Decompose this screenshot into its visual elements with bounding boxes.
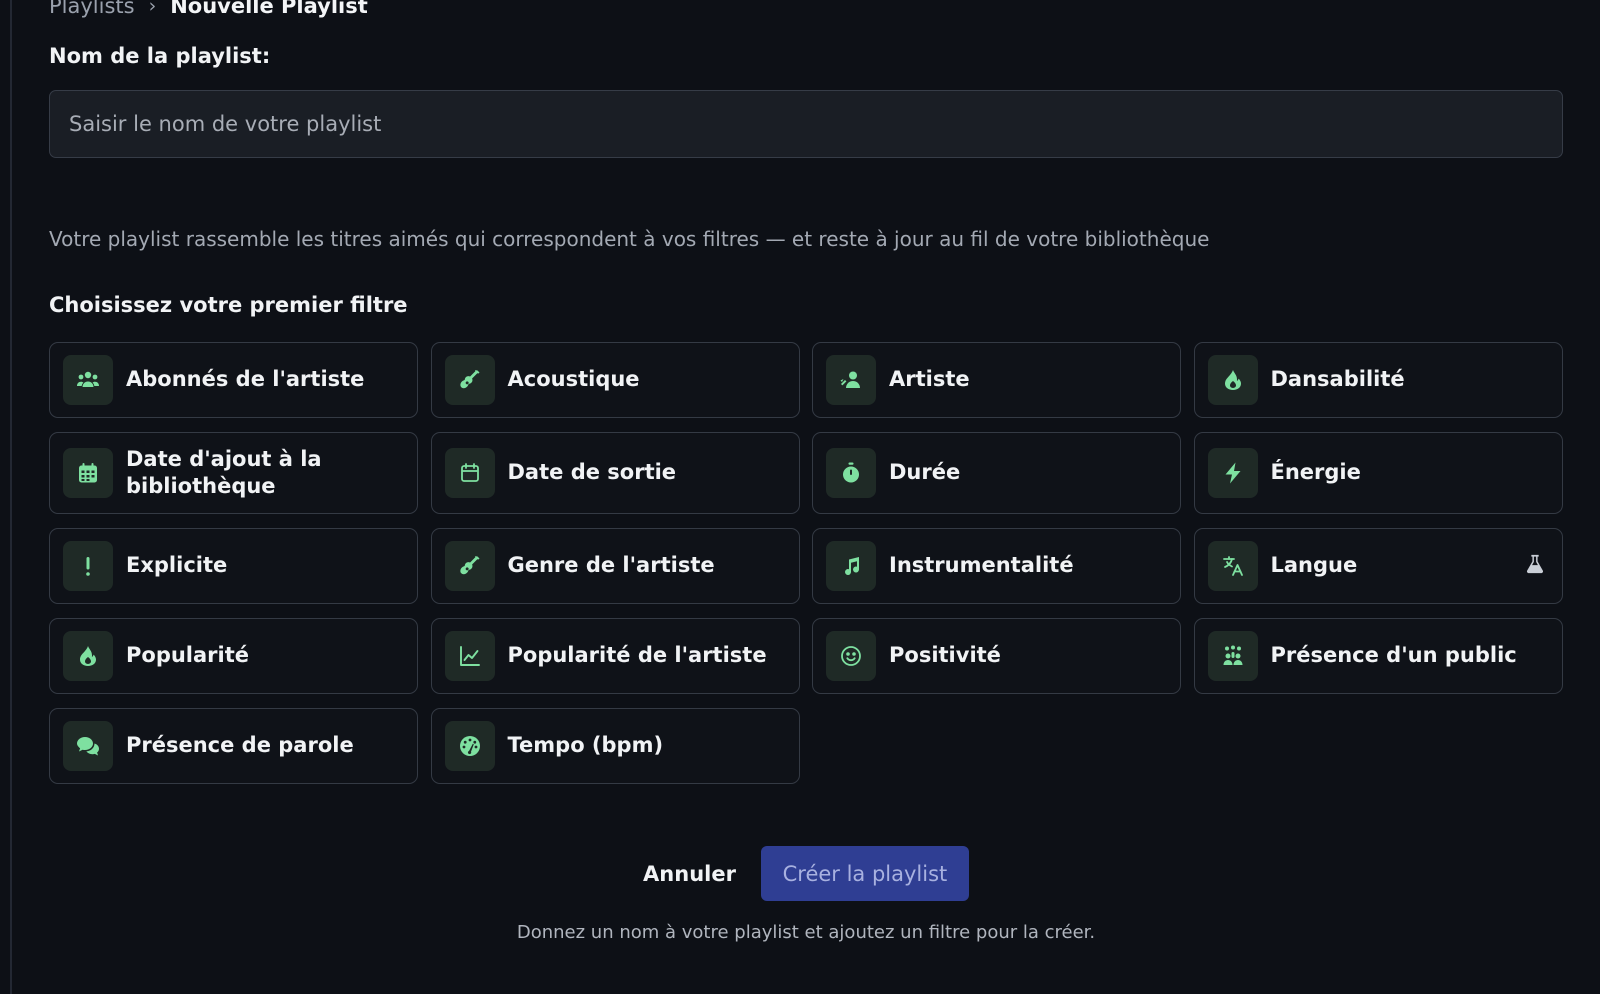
filter-label: Acoustique bbox=[507, 367, 640, 392]
calendar-outline-icon bbox=[444, 448, 495, 498]
filter-card[interactable]: Durée bbox=[812, 432, 1181, 514]
filter-card[interactable]: Présence d'un public bbox=[1193, 618, 1563, 694]
filter-card[interactable]: Langue bbox=[1193, 528, 1563, 604]
filter-label: Présence de parole bbox=[126, 733, 354, 758]
filter-card[interactable]: Énergie bbox=[1193, 432, 1563, 514]
flame-icon bbox=[63, 631, 113, 681]
filter-label: Instrumentalité bbox=[889, 553, 1074, 578]
music-note-icon bbox=[826, 541, 876, 591]
filter-label: Abonnés de l'artiste bbox=[126, 367, 365, 392]
filter-label: Tempo (bpm) bbox=[507, 733, 664, 758]
chevron-right-icon: › bbox=[148, 0, 157, 17]
filter-card[interactable]: Artiste bbox=[812, 342, 1181, 418]
filter-label: Langue bbox=[1270, 553, 1358, 578]
flask-icon bbox=[1524, 553, 1546, 579]
filter-label: Popularité bbox=[126, 643, 250, 668]
artist-icon bbox=[826, 355, 876, 405]
filter-label: Positivité bbox=[889, 643, 1001, 668]
filters-section-title: Choisissez votre premier filtre bbox=[49, 293, 408, 317]
stopwatch-icon bbox=[826, 448, 876, 498]
filter-label: Popularité de l'artiste bbox=[507, 643, 767, 668]
filter-label: Présence d'un public bbox=[1270, 643, 1517, 668]
filter-card[interactable]: Présence de parole bbox=[49, 708, 418, 784]
filter-card[interactable]: Popularité bbox=[49, 618, 418, 694]
exclamation-icon bbox=[63, 541, 113, 591]
filter-card[interactable]: Popularité de l'artiste bbox=[430, 618, 800, 694]
filter-card[interactable]: Tempo (bpm) bbox=[430, 708, 800, 784]
filter-card[interactable]: Genre de l'artiste bbox=[430, 528, 800, 604]
smile-icon bbox=[826, 631, 876, 681]
filter-grid: Abonnés de l'artiste Acoustique Artiste … bbox=[49, 342, 1563, 784]
form-actions: Annuler Créer la playlist bbox=[49, 846, 1563, 901]
left-rail bbox=[10, 0, 12, 994]
playlist-name-input[interactable] bbox=[49, 90, 1563, 158]
filter-label: Durée bbox=[889, 460, 961, 485]
filter-label: Dansabilité bbox=[1270, 367, 1405, 392]
playlist-description: Votre playlist rassemble les titres aimé… bbox=[49, 227, 1210, 251]
filter-label: Explicite bbox=[126, 553, 228, 578]
playlist-name-label: Nom de la playlist: bbox=[49, 44, 271, 68]
filter-label: Énergie bbox=[1270, 460, 1361, 485]
translate-icon bbox=[1207, 541, 1258, 591]
users-icon bbox=[63, 355, 113, 405]
filter-label: Date d'ajout à la bibliothèque bbox=[126, 446, 322, 498]
create-playlist-button[interactable]: Créer la playlist bbox=[760, 846, 969, 901]
calendar-filled-icon bbox=[63, 448, 113, 498]
breadcrumb-current: Nouvelle Playlist bbox=[170, 0, 368, 18]
filter-card[interactable]: Abonnés de l'artiste bbox=[49, 342, 418, 418]
new-playlist-page: Playlists › Nouvelle Playlist Nom de la … bbox=[49, 0, 1563, 994]
breadcrumb-playlists-link[interactable]: Playlists bbox=[49, 0, 135, 18]
speech-icon bbox=[63, 721, 113, 771]
filter-card[interactable]: Explicite bbox=[49, 528, 418, 604]
filter-card[interactable]: Date d'ajout à la bibliothèque bbox=[49, 432, 418, 514]
filter-label: Artiste bbox=[889, 367, 970, 392]
filter-card[interactable]: Instrumentalité bbox=[812, 528, 1181, 604]
audience-icon bbox=[1207, 631, 1258, 681]
create-hint: Donnez un nom à votre playlist et ajoute… bbox=[516, 922, 1096, 943]
filter-label: Genre de l'artiste bbox=[507, 553, 715, 578]
chart-line-icon bbox=[444, 631, 495, 681]
guitar-icon bbox=[444, 541, 495, 591]
filter-label: Date de sortie bbox=[507, 460, 677, 485]
flame-icon bbox=[1207, 355, 1258, 405]
cancel-button[interactable]: Annuler bbox=[643, 862, 736, 886]
guitar-icon bbox=[444, 355, 495, 405]
filter-card[interactable]: Acoustique bbox=[430, 342, 800, 418]
bolt-icon bbox=[1207, 448, 1258, 498]
filter-card[interactable]: Dansabilité bbox=[1193, 342, 1563, 418]
gauge-icon bbox=[444, 721, 495, 771]
breadcrumb: Playlists › Nouvelle Playlist bbox=[49, 0, 368, 20]
filter-card[interactable]: Date de sortie bbox=[430, 432, 800, 514]
filter-card[interactable]: Positivité bbox=[812, 618, 1181, 694]
